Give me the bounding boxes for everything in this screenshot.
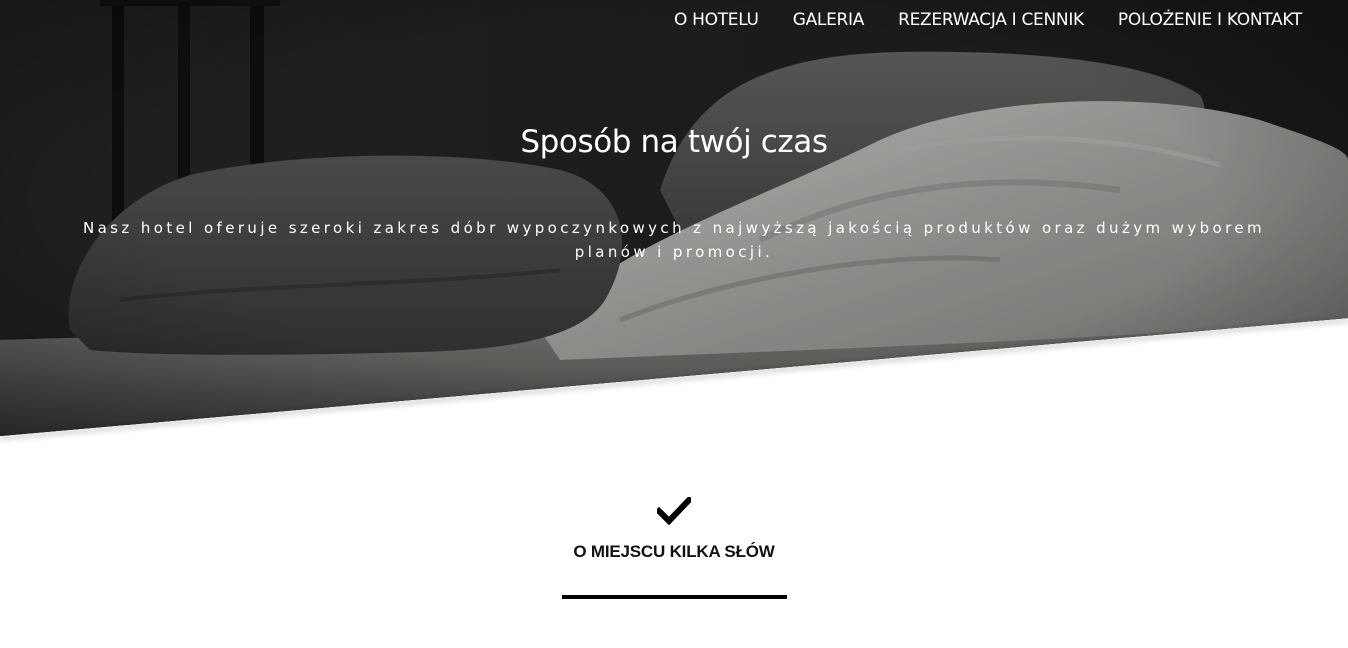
nav-item-o-hotelu[interactable]: O HOTELU (674, 8, 759, 32)
hero-subtitle: Nasz hotel oferuje szeroki zakres dóbr w… (82, 219, 1266, 261)
main-nav: O HOTELU GALERIA REZERWACJA I CENNIK POL… (640, 8, 1302, 32)
nav-item-rezerwacja-i-cennik[interactable]: REZERWACJA I CENNIK (898, 8, 1084, 32)
nav-item-galeria[interactable]: GALERIA (793, 8, 865, 32)
about-section: O MIEJSCU KILKA SŁÓW (0, 490, 1348, 599)
section-divider (561, 595, 787, 599)
page: O HOTELU GALERIA REZERWACJA I CENNIK POL… (0, 0, 1348, 648)
check-icon (657, 497, 691, 525)
section-title: O MIEJSCU KILKA SŁÓW (573, 542, 775, 561)
nav-item-polozenie-i-kontakt[interactable]: POLOŻENIE I KONTAKT (1118, 8, 1302, 32)
hero-title: Sposób na twój czas (520, 124, 828, 160)
hero-banner: O HOTELU GALERIA REZERWACJA I CENNIK POL… (0, 0, 1348, 436)
